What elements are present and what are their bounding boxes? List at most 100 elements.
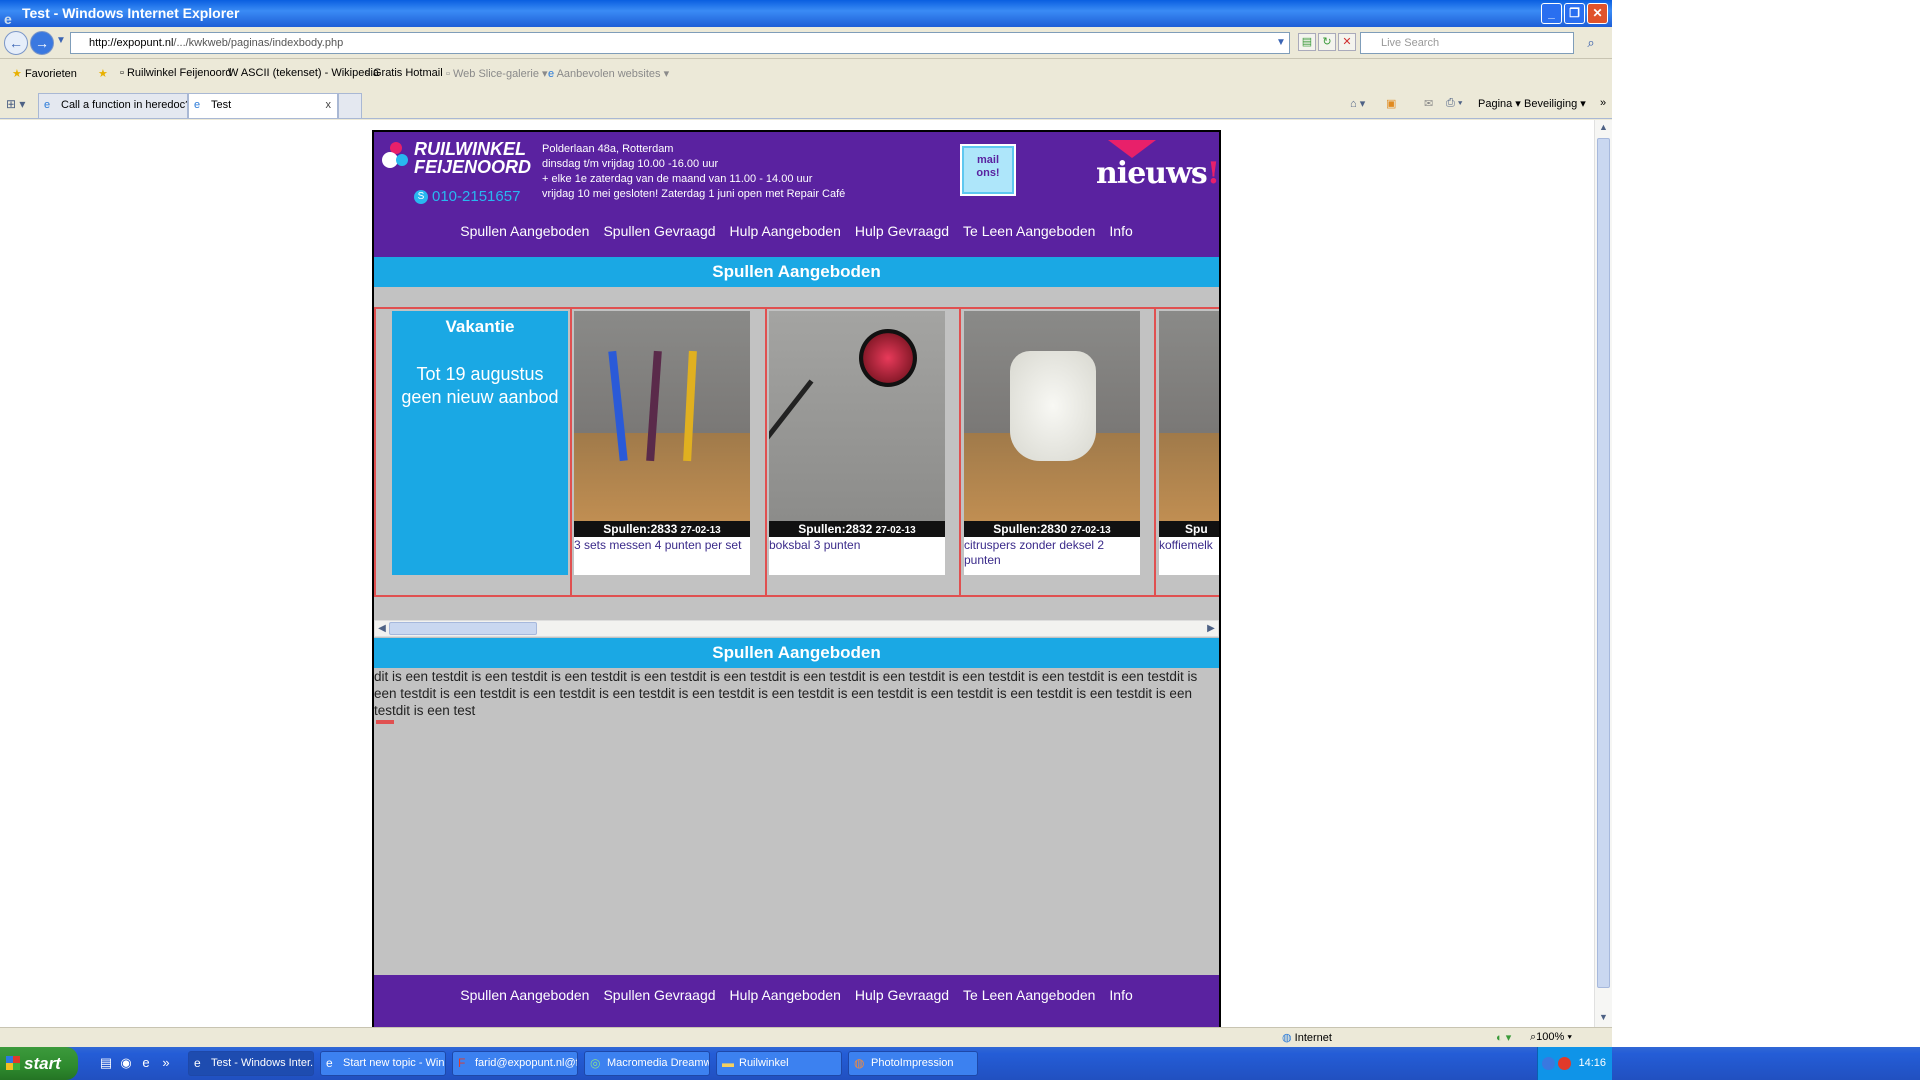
folder-icon: ▬ <box>722 1056 734 1070</box>
print-icon[interactable]: ⎙ ▾ <box>1446 97 1462 110</box>
network-icon[interactable] <box>1542 1057 1555 1070</box>
address-input[interactable]: http://expopunt.nl/.../kwkweb/paginas/in… <box>70 32 1290 54</box>
vertical-scrollbar[interactable]: ▲ ▼ <box>1594 120 1612 1027</box>
website: RUILWINKEL FEIJENOORD S 010-2151657 Polde… <box>372 130 1221 1027</box>
back-arrow-icon: ← <box>9 35 23 51</box>
favorite-link-1[interactable]: W ASCII (tekenset) - Wikipedia <box>228 67 379 79</box>
task-ie-test[interactable]: e Test - Windows Inter... <box>188 1051 314 1076</box>
system-tray: 14:16 <box>1537 1047 1612 1080</box>
minimize-button[interactable]: _ <box>1541 3 1562 24</box>
firefox-icon[interactable]: ◉ <box>118 1055 134 1071</box>
compatibility-icon[interactable]: ▤ <box>1298 33 1316 51</box>
knives-photo[interactable] <box>574 311 750 521</box>
item-description[interactable]: boksbal 3 punten <box>769 538 945 553</box>
items-strip: Vakantie Tot 19 augustus geen nieuw aanb… <box>374 307 1219 597</box>
item-description[interactable]: koffiemelk <box>1159 538 1219 553</box>
security-menu[interactable]: Beveiliging ▾ <box>1524 97 1586 110</box>
footer-nav-hulp-aangeboden[interactable]: Hulp Aangeboden <box>730 987 841 1003</box>
task-photoimpression[interactable]: ◍ PhotoImpression <box>848 1051 978 1076</box>
footer-nav-hulp-gevraagd[interactable]: Hulp Gevraagd <box>855 987 949 1003</box>
footer-nav-info[interactable]: Info <box>1109 987 1132 1003</box>
partial-item-photo[interactable] <box>1159 311 1219 521</box>
item-date: 27-02-13 <box>1070 525 1111 536</box>
item-card[interactable]: Spullen:2832 27-02-13 boksbal 3 punten <box>769 311 945 575</box>
item-description[interactable]: citruspers zonder deksel 2 punten <box>964 538 1140 568</box>
tab-test[interactable]: e Test x <box>188 93 338 118</box>
favorites-button[interactable]: ★ Favorieten <box>12 67 77 80</box>
nav-hulp-gevraagd[interactable]: Hulp Gevraagd <box>855 223 949 239</box>
footer-nav-spullen-gevraagd[interactable]: Spullen Gevraagd <box>603 987 715 1003</box>
news-button[interactable]: nieuws!! <box>1086 140 1219 202</box>
restore-button[interactable]: ❐ <box>1564 3 1585 24</box>
taskbar: start ▤ ◉ e » e Test - Windows Inter... e… <box>0 1047 1920 1080</box>
search-icon[interactable]: ⌕ <box>1578 33 1604 53</box>
horizontal-scroll-thumb[interactable] <box>389 622 537 635</box>
footer-nav: Spullen Aangeboden Spullen Gevraagd Hulp A… <box>374 987 1219 1003</box>
tab-close-icon[interactable]: x <box>326 94 332 117</box>
window-titlebar[interactable]: e Test - Windows Internet Explorer _ ❐ ✕ <box>0 0 1612 27</box>
clock[interactable]: 14:16 <box>1578 1047 1606 1080</box>
more-commands-icon[interactable]: » <box>1600 97 1606 109</box>
quick-tabs-icon[interactable]: ⊞ ▾ <box>6 97 25 111</box>
item-description[interactable]: 3 sets messen 4 punten per set <box>574 538 750 553</box>
citrus-press-photo[interactable] <box>964 311 1140 521</box>
show-desktop-icon[interactable]: ▤ <box>98 1055 114 1071</box>
item-card[interactable]: Spullen:2830 27-02-13 citruspers zonder … <box>964 311 1140 575</box>
close-button[interactable]: ✕ <box>1587 3 1608 24</box>
footer-nav-te-leen-aangeboden[interactable]: Te Leen Aangeboden <box>963 987 1095 1003</box>
home-icon[interactable]: ⌂ ▾ <box>1350 97 1365 110</box>
scroll-right-icon[interactable]: ▶ <box>1204 621 1218 636</box>
nav-hulp-aangeboden[interactable]: Hulp Aangeboden <box>730 223 841 239</box>
start-button[interactable]: start <box>0 1047 78 1080</box>
card-divider <box>1154 309 1156 597</box>
add-favorite-icon[interactable]: ★ <box>98 67 108 80</box>
logo-text-line1[interactable]: RUILWINKEL <box>414 140 526 158</box>
task-start-new-topic[interactable]: e Start new topic - Win... <box>320 1051 446 1076</box>
vertical-scroll-thumb[interactable] <box>1597 138 1610 988</box>
tab-call-a-function[interactable]: eCall a function in heredoc??? <box>38 93 188 118</box>
item-card[interactable]: Spu koffiemelk <box>1159 311 1219 575</box>
footer-nav-spullen-aangeboden[interactable]: Spullen Aangeboden <box>460 987 589 1003</box>
favorite-link-2[interactable]: ▫ Gratis Hotmail <box>366 67 443 79</box>
forward-button[interactable]: → <box>30 31 54 55</box>
punching-ball-photo[interactable] <box>769 311 945 521</box>
window-title: Test - Windows Internet Explorer <box>22 5 240 21</box>
task-dreamweaver[interactable]: ◎ Macromedia Dreamw... <box>584 1051 710 1076</box>
quicklaunch-more-icon[interactable]: » <box>158 1055 174 1071</box>
antivirus-icon[interactable] <box>1558 1057 1571 1070</box>
back-button[interactable]: ← <box>4 31 28 55</box>
protected-mode-icon[interactable]: ◐ ▾ <box>1496 1031 1511 1044</box>
search-input[interactable]: Live Search <box>1360 32 1574 54</box>
mail-icon[interactable]: ✉ <box>1424 97 1433 110</box>
favorite-link-3[interactable]: ▫ Web Slice-galerie ▾ <box>446 67 548 80</box>
favorite-link-0[interactable]: ▫ Ruilwinkel Feijenoord <box>120 67 232 79</box>
logo-text-line2[interactable]: FEIJENOORD <box>414 158 531 176</box>
new-tab-button[interactable] <box>338 93 362 118</box>
main-nav: Spullen Aangeboden Spullen Gevraagd Hulp A… <box>374 223 1219 239</box>
skype-icon: S <box>414 190 428 205</box>
logo-dots-icon <box>382 142 410 172</box>
nav-te-leen-aangeboden[interactable]: Te Leen Aangeboden <box>963 223 1095 239</box>
ie-logo-icon[interactable]: e <box>138 1055 154 1071</box>
feeds-icon[interactable]: ▣ <box>1386 97 1396 110</box>
task-ruilwinkel-folder[interactable]: ▬ Ruilwinkel <box>716 1051 842 1076</box>
zoom-control[interactable]: ⌕100% ▾ <box>1530 1031 1572 1044</box>
mail-us-button[interactable]: mail ons! <box>960 144 1016 196</box>
stop-icon[interactable]: ✕ <box>1338 33 1356 51</box>
history-dropdown-icon[interactable]: ▼ <box>56 35 66 46</box>
item-card[interactable]: Spullen:2833 27-02-13 3 sets messen 4 pu… <box>574 311 750 575</box>
horizontal-scrollbar[interactable]: ◀ ▶ <box>374 620 1219 637</box>
address-dropdown-icon[interactable]: ▼ <box>1274 33 1288 53</box>
scroll-up-icon[interactable]: ▲ <box>1597 122 1610 135</box>
phone-number[interactable]: S 010-2151657 <box>414 188 520 205</box>
page-menu[interactable]: Pagina ▾ <box>1478 97 1521 110</box>
favorite-link-4[interactable]: e Aanbevolen websites ▾ <box>548 67 669 80</box>
nav-spullen-aangeboden[interactable]: Spullen Aangeboden <box>460 223 589 239</box>
task-ftp[interactable]: Ffarid@expopunt.nl@f... <box>452 1051 578 1076</box>
scroll-left-icon[interactable]: ◀ <box>375 621 389 636</box>
nav-info[interactable]: Info <box>1109 223 1132 239</box>
nav-spullen-gevraagd[interactable]: Spullen Gevraagd <box>603 223 715 239</box>
scroll-down-icon[interactable]: ▼ <box>1597 1012 1610 1025</box>
security-zone[interactable]: ◍ Internet <box>1282 1031 1332 1044</box>
refresh-icon[interactable]: ↻ <box>1318 33 1336 51</box>
